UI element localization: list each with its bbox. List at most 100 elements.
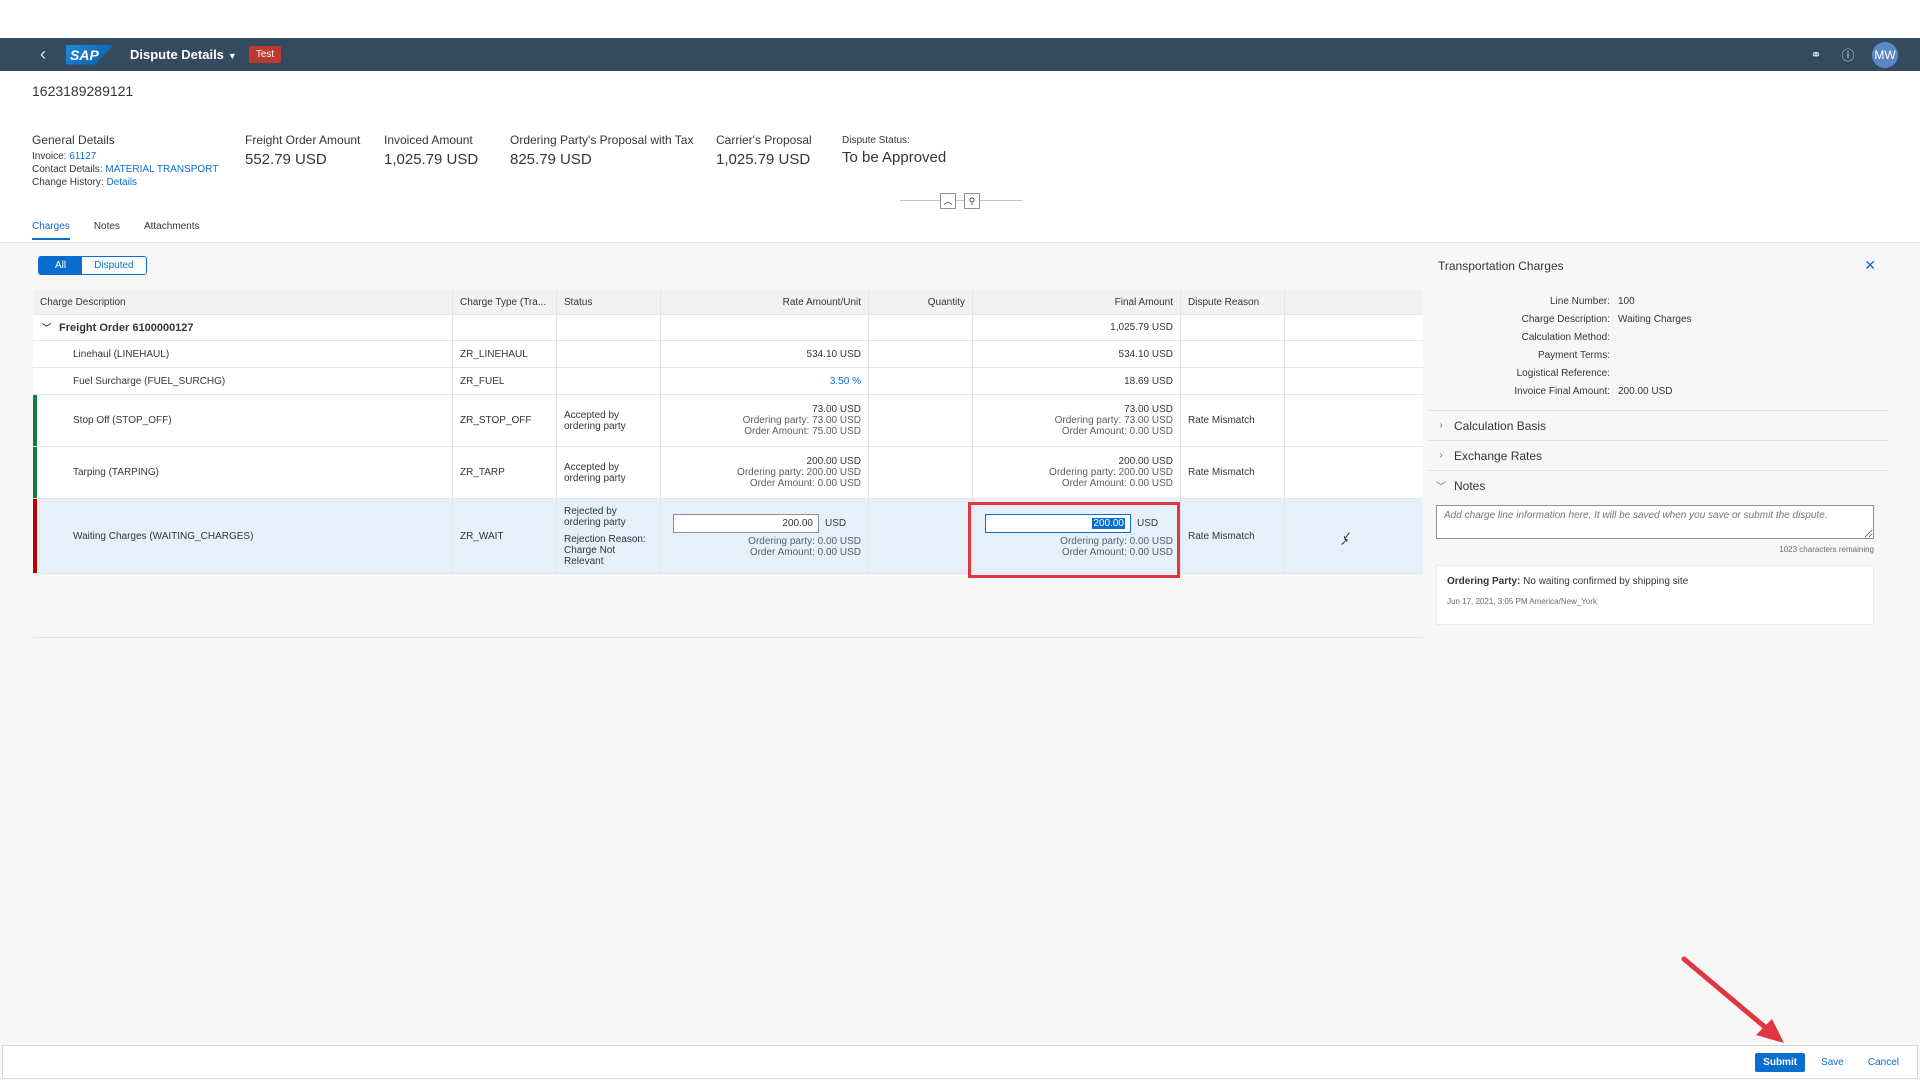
- table-row[interactable]: Linehaul (LINEHAUL) ZR_LINEHAUL 534.10 U…: [33, 341, 1423, 368]
- final-value: 73.00 USD: [1124, 404, 1173, 415]
- cancel-button[interactable]: Cancel: [1860, 1053, 1907, 1072]
- column-header[interactable]: Status: [557, 290, 661, 314]
- history-link[interactable]: Details: [106, 177, 137, 188]
- contact-link[interactable]: MATERIAL TRANSPORT: [105, 164, 218, 175]
- sap-logo[interactable]: SAP: [66, 44, 114, 65]
- group-label-text: Freight Order 6100000127: [59, 322, 194, 334]
- column-header[interactable]: Quantity: [869, 290, 973, 314]
- back-icon[interactable]: ‹: [6, 44, 46, 65]
- rate-order-amount: Order Amount: 0.00 USD: [749, 478, 861, 489]
- section-calculation-basis[interactable]: › Calculation Basis: [1428, 410, 1888, 440]
- tab-charges[interactable]: Charges: [32, 221, 70, 240]
- pin-icon[interactable]: ⚲: [964, 193, 980, 209]
- field-label: Line Number:: [1549, 296, 1610, 307]
- section-title: Calculation Basis: [1454, 418, 1547, 433]
- column-header[interactable]: Rate Amount/Unit: [661, 290, 869, 314]
- section-exchange-rates[interactable]: › Exchange Rates: [1428, 440, 1888, 470]
- kpi-value: 1,025.79 USD: [384, 151, 479, 168]
- collapse-icon[interactable]: ︿: [940, 193, 956, 209]
- accepted-indicator: [33, 447, 37, 498]
- cell-status: Accepted by ordering party: [557, 395, 661, 446]
- side-panel: Transportation Charges ✕ Line Number: 100…: [1428, 255, 1888, 638]
- shell-actions: ⚭ ⓘ MW: [1800, 38, 1920, 71]
- column-header[interactable]: Final Amount: [973, 290, 1181, 314]
- kpi-invoiced-amount: Invoiced Amount 1,025.79 USD: [384, 133, 478, 168]
- cell-desc: Tarping (TARPING): [33, 447, 453, 498]
- chevron-right-icon: ›: [1439, 450, 1443, 461]
- page-title: 1623189289121: [32, 83, 134, 99]
- dispute-status: Dispute Status: To be Approved: [842, 135, 946, 166]
- column-header[interactable]: Charge Type (Tra...: [453, 290, 557, 314]
- note-author: Ordering Party:: [1447, 576, 1521, 587]
- table-row[interactable]: Fuel Surcharge (FUEL_SURCHG) ZR_FUEL 3.5…: [33, 368, 1423, 395]
- field-label: Calculation Method:: [1521, 332, 1610, 343]
- top-margin: [0, 0, 1920, 38]
- field-label: Charge Description:: [1521, 314, 1610, 325]
- filter-all-button[interactable]: All: [39, 257, 83, 274]
- cell-status: Accepted by ordering party: [557, 447, 661, 498]
- cell-reason: Rate Mismatch: [1181, 395, 1285, 446]
- header-collapse-control: ︿ ⚲: [900, 193, 1022, 209]
- avatar[interactable]: MW: [1872, 41, 1898, 68]
- column-header[interactable]: Dispute Reason: [1181, 290, 1285, 314]
- cell-rate: 73.00 USD Ordering party: 73.00 USD Orde…: [661, 395, 869, 446]
- filter-disputed-button[interactable]: Disputed: [82, 257, 146, 274]
- panel-title: Transportation Charges: [1438, 259, 1564, 273]
- final-ordering-party: Ordering party: 0.00 USD: [1060, 536, 1173, 547]
- rate-ordering-party: Ordering party: 200.00 USD: [737, 467, 861, 478]
- status-label: Dispute Status:: [842, 135, 910, 146]
- red-arrow-annotation: [1681, 956, 1784, 1043]
- field-row: Calculation Method:: [1428, 332, 1888, 343]
- cell-final: 200.00 USD Ordering party: 200.00 USD Or…: [973, 447, 1181, 498]
- general-details-title: General Details: [32, 133, 115, 147]
- cell-type: ZR_TARP: [453, 447, 557, 498]
- chevron-down-icon: ▼: [227, 51, 237, 61]
- final-order-amount: Order Amount: 0.00 USD: [1061, 478, 1173, 489]
- column-header[interactable]: Charge Description: [33, 290, 453, 314]
- status-text: Rejected by ordering party: [564, 505, 626, 528]
- tab-bar: Charges Notes Attachments: [32, 221, 200, 240]
- rate-order-amount: Order Amount: 0.00 USD: [749, 547, 861, 558]
- system-badge: Test: [248, 46, 282, 63]
- save-button[interactable]: Save: [1813, 1053, 1852, 1072]
- chevron-down-icon[interactable]: ﹀: [42, 323, 51, 333]
- final-amount-input[interactable]: 200.00: [985, 514, 1131, 533]
- invoice-label: Invoice:: [32, 151, 67, 162]
- app-title-menu[interactable]: Dispute Details ▼: [130, 47, 237, 62]
- shell-bar: ‹ SAP Dispute Details ▼ Test ⚭ ⓘ MW: [0, 38, 1920, 71]
- close-icon[interactable]: ✕: [1864, 257, 1876, 274]
- kpi-value: 552.79 USD: [245, 151, 327, 168]
- cell-type: ZR_FUEL: [453, 368, 557, 394]
- table-row-selected[interactable]: Waiting Charges (WAITING_CHARGES) ZR_WAI…: [33, 499, 1423, 574]
- final-ordering-party: Ordering party: 200.00 USD: [1049, 467, 1173, 478]
- table-row-group[interactable]: ﹀ Freight Order 6100000127 1,025.79 USD: [33, 315, 1423, 341]
- cell-final: 200.00 USD Ordering party: 0.00 USD Orde…: [973, 499, 1181, 573]
- kpi-label: Freight Order Amount: [245, 133, 361, 147]
- kpi-value: 825.79 USD: [510, 151, 592, 168]
- charges-table: Charge Description Charge Type (Tra... S…: [33, 290, 1423, 574]
- share-icon[interactable]: ⚭: [1800, 47, 1832, 63]
- field-label: Payment Terms:: [1537, 350, 1610, 361]
- final-order-amount: Order Amount: 0.00 USD: [1061, 547, 1173, 558]
- divider: [33, 637, 1423, 638]
- note-body: No waiting confirmed by shipping site: [1523, 576, 1689, 587]
- filter-segmented-button: All Disputed: [38, 256, 147, 275]
- rate-amount-input[interactable]: [673, 514, 819, 533]
- table-row[interactable]: Stop Off (STOP_OFF) ZR_STOP_OFF Accepted…: [33, 395, 1423, 447]
- cell-reason: Rate Mismatch: [1181, 499, 1285, 573]
- currency-label: USD: [1137, 518, 1159, 529]
- object-header: 1623189289121 General Details Invoice: 6…: [0, 71, 1920, 243]
- checkmark-icon[interactable]: ✓: [1292, 529, 1416, 543]
- help-icon[interactable]: ⓘ: [1832, 45, 1864, 64]
- submit-button[interactable]: Submit: [1755, 1052, 1806, 1072]
- final-order-amount: Order Amount: 0.00 USD: [1061, 426, 1173, 437]
- cell-type: ZR_LINEHAUL: [453, 341, 557, 367]
- rate-value: 73.00 USD: [812, 404, 861, 415]
- section-notes[interactable]: ﹀ Notes: [1428, 470, 1888, 500]
- invoice-link[interactable]: 61127: [69, 151, 96, 162]
- tab-notes[interactable]: Notes: [94, 221, 120, 240]
- tab-attachments[interactable]: Attachments: [144, 221, 200, 240]
- table-row[interactable]: Tarping (TARPING) ZR_TARP Accepted by or…: [33, 447, 1423, 499]
- notes-textarea[interactable]: [1436, 505, 1874, 539]
- field-row: Payment Terms:: [1428, 350, 1888, 361]
